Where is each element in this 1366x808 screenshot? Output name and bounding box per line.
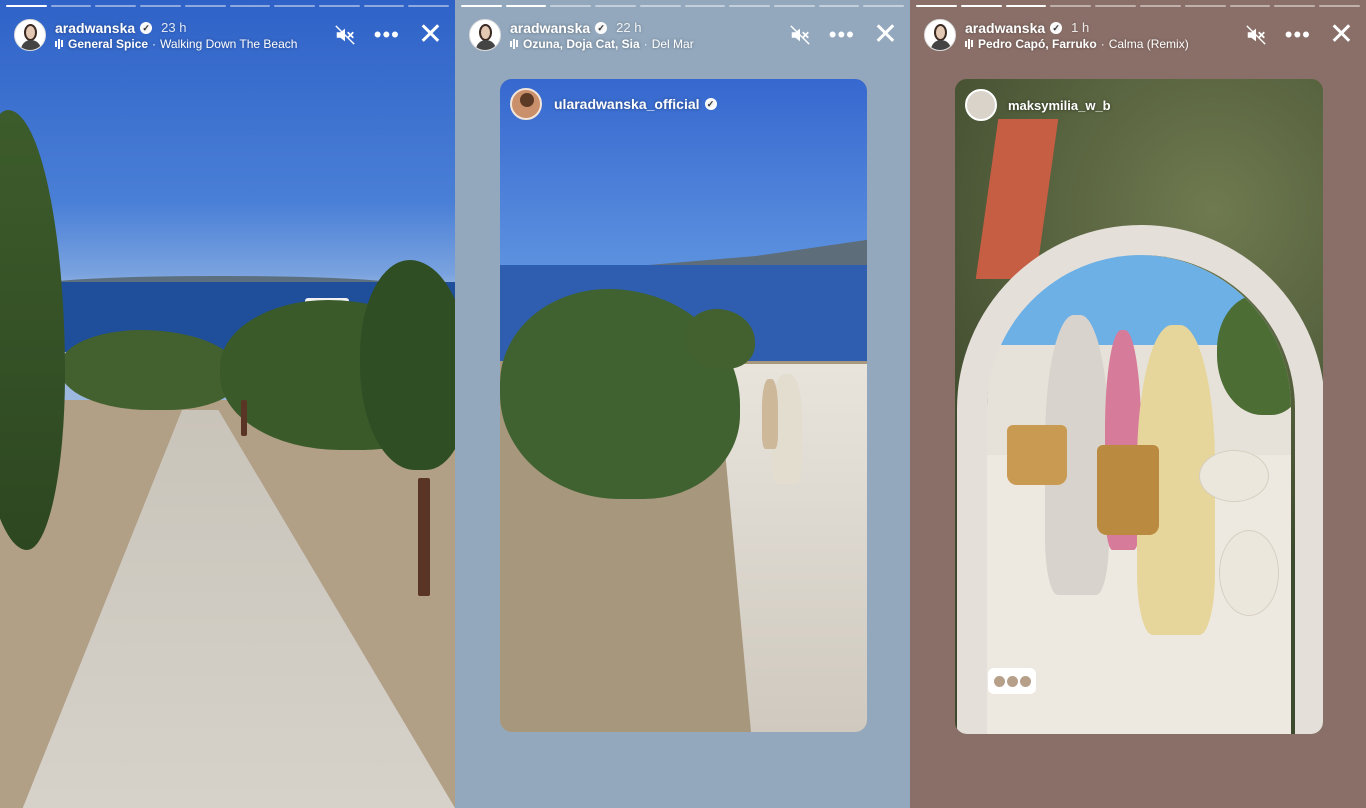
progress-segment: [1229, 5, 1271, 7]
progress-segment: [773, 5, 815, 7]
close-icon[interactable]: ✕: [1329, 20, 1354, 50]
story-progress-bar: [916, 5, 1360, 7]
music-info[interactable]: General Spice · Walking Down The Beach: [55, 37, 334, 51]
close-icon[interactable]: ✕: [418, 20, 443, 50]
progress-segment: [1050, 5, 1092, 7]
reshared-post-card[interactable]: ularadwanska_official ✓: [500, 79, 867, 732]
music-track: Del Mar: [651, 36, 694, 51]
music-bars-icon: [965, 38, 973, 49]
progress-segment: [184, 5, 226, 7]
verified-badge-icon: ✓: [595, 21, 608, 34]
progress-segment: [140, 5, 181, 7]
verified-badge-icon: ✓: [1050, 21, 1063, 34]
story-panel-2[interactable]: ularadwanska_official ✓ aradwanska ✓ 22 …: [455, 0, 910, 808]
story-header: aradwanska ✓ 22 h Ozuna, Doja Cat, Sia ·…: [469, 18, 898, 52]
music-info[interactable]: Pedro Capó, Farruko · Calma (Remix): [965, 37, 1245, 51]
story-panel-3[interactable]: maksymilia_w_b aradwanska ✓ 1 h Pedro Ca…: [910, 0, 1366, 808]
music-bars-icon: [510, 38, 518, 49]
muted-speaker-icon[interactable]: [1245, 24, 1267, 46]
reshared-post-card[interactable]: maksymilia_w_b: [955, 79, 1323, 734]
progress-segment: [95, 5, 137, 7]
more-options-icon[interactable]: •••: [374, 24, 400, 46]
username[interactable]: aradwanska: [510, 20, 590, 36]
progress-segment: [595, 5, 636, 7]
post-time: 23 h: [161, 20, 187, 35]
progress-segment: [550, 5, 592, 7]
muted-speaker-icon[interactable]: [334, 24, 356, 46]
close-icon[interactable]: ✕: [873, 20, 898, 50]
music-info[interactable]: Ozuna, Doja Cat, Sia · Del Mar: [510, 37, 789, 51]
separator: ·: [152, 36, 157, 51]
avatar[interactable]: [14, 19, 46, 51]
reshare-header[interactable]: maksymilia_w_b: [965, 89, 1111, 121]
story-panel-1[interactable]: aradwanska ✓ 23 h General Spice · Walkin…: [0, 0, 455, 808]
progress-segment: [863, 5, 905, 7]
avatar[interactable]: [469, 19, 501, 51]
username[interactable]: aradwanska: [965, 20, 1045, 36]
tagged-people-chip[interactable]: [988, 668, 1036, 694]
avatar: [510, 88, 542, 120]
music-artist: Pedro Capó, Farruko: [978, 36, 1097, 51]
music-bars-icon: [55, 38, 63, 49]
verified-badge-icon: ✓: [140, 21, 153, 34]
progress-segment: [229, 5, 271, 7]
progress-segment: [461, 5, 502, 7]
progress-segment: [1274, 5, 1316, 7]
post-time: 22 h: [616, 20, 642, 35]
progress-segment: [960, 5, 1002, 7]
story-progress-bar: [6, 5, 450, 7]
avatar: [965, 89, 997, 121]
post-time: 1 h: [1071, 20, 1090, 35]
progress-segment: [1184, 5, 1226, 7]
path-light-post: [418, 478, 430, 596]
verified-badge-icon: ✓: [704, 98, 717, 110]
more-options-icon[interactable]: •••: [1285, 24, 1311, 46]
music-artist: General Spice: [68, 36, 149, 51]
muted-speaker-icon[interactable]: [789, 24, 811, 46]
progress-segment: [729, 5, 770, 7]
music-track: Walking Down The Beach: [160, 36, 298, 51]
progress-segment: [639, 5, 681, 7]
walking-person: [762, 379, 778, 449]
progress-segment: [6, 5, 47, 7]
reshare-username: ularadwanska_official: [554, 96, 700, 112]
path-light-post: [241, 400, 247, 436]
reshare-header[interactable]: ularadwanska_official ✓: [510, 88, 717, 120]
story-header: aradwanska ✓ 1 h Pedro Capó, Farruko · C…: [924, 18, 1354, 52]
progress-segment: [916, 5, 957, 7]
music-track: Calma (Remix): [1108, 36, 1189, 51]
story-header: aradwanska ✓ 23 h General Spice · Walkin…: [14, 18, 443, 52]
arch-frame: [957, 225, 1323, 734]
music-artist: Ozuna, Doja Cat, Sia: [523, 36, 640, 51]
separator: ·: [643, 36, 648, 51]
progress-segment: [363, 5, 405, 7]
progress-segment: [1095, 5, 1136, 7]
story-progress-bar: [461, 5, 905, 7]
progress-segment: [818, 5, 860, 7]
progress-segment: [274, 5, 315, 7]
progress-segment: [318, 5, 360, 7]
username[interactable]: aradwanska: [55, 20, 135, 36]
progress-segment: [505, 5, 547, 7]
progress-segment: [50, 5, 92, 7]
progress-segment: [1319, 5, 1360, 7]
progress-segment: [408, 5, 450, 7]
separator: ·: [1100, 36, 1105, 51]
progress-segment: [684, 5, 726, 7]
reshare-username: maksymilia_w_b: [1008, 97, 1111, 113]
more-options-icon[interactable]: •••: [829, 24, 855, 46]
progress-segment: [1005, 5, 1047, 7]
avatar[interactable]: [924, 19, 956, 51]
progress-segment: [1139, 5, 1181, 7]
